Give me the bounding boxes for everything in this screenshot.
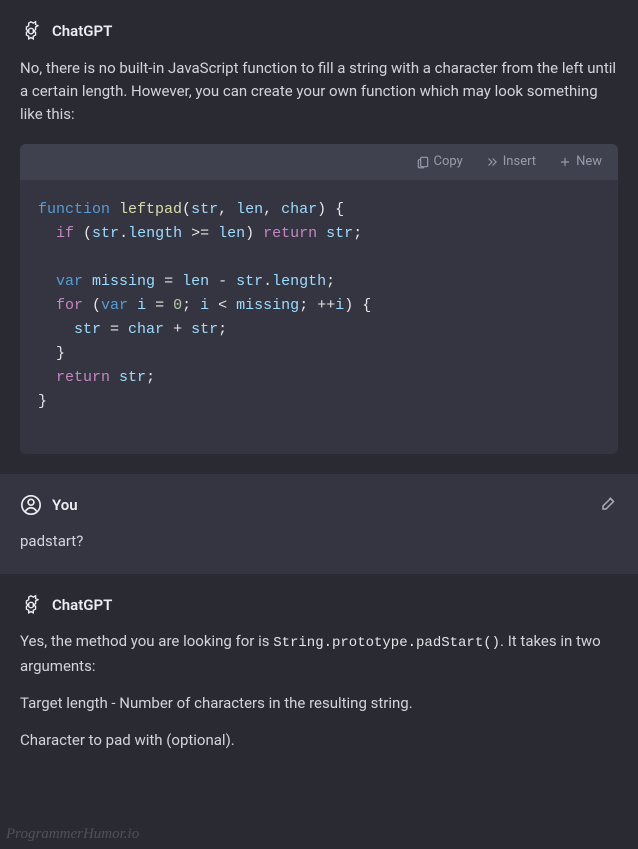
user-message: You padstart? (0, 474, 638, 574)
user-avatar-icon (20, 494, 42, 516)
new-label: New (576, 152, 602, 172)
plus-icon (558, 155, 572, 169)
copy-button[interactable]: Copy (416, 152, 463, 172)
new-button[interactable]: New (558, 152, 602, 172)
assistant-message: ChatGPT No, there is no built-in JavaScr… (0, 0, 638, 474)
code-content[interactable]: function leftpad(str, len, char) { if (s… (20, 180, 618, 454)
openai-logo-icon (20, 594, 42, 616)
message-text: No, there is no built-in JavaScript func… (20, 57, 618, 127)
sender-row: You (20, 494, 618, 517)
edit-icon (600, 494, 618, 512)
insert-label: Insert (503, 152, 536, 172)
message-text: Target length - Number of characters in … (20, 692, 618, 715)
copy-label: Copy (434, 152, 463, 172)
sender-name: ChatGPT (52, 20, 112, 43)
openai-logo-icon (20, 20, 42, 42)
inline-code: String.prototype.padStart() (273, 635, 500, 651)
message-text: Yes, the method you are looking for is S… (20, 630, 618, 678)
code-toolbar: Copy Insert New (20, 144, 618, 180)
text-segment: Yes, the method you are looking for is (20, 632, 273, 650)
sender-name: ChatGPT (52, 594, 112, 617)
watermark: ProgrammerHumor.io (6, 823, 139, 846)
insert-button[interactable]: Insert (485, 152, 536, 172)
assistant-message: ChatGPT Yes, the method you are looking … (0, 574, 638, 773)
message-text: padstart? (20, 530, 618, 553)
sender-row: ChatGPT (20, 20, 618, 43)
edit-message-button[interactable] (600, 494, 618, 512)
sender-name: You (52, 494, 78, 517)
clipboard-icon (416, 155, 430, 169)
chevrons-right-icon (485, 155, 499, 169)
code-block: Copy Insert New function leftpad(str, le… (20, 144, 618, 454)
message-text: Character to pad with (optional). (20, 729, 618, 752)
sender-row: ChatGPT (20, 594, 618, 617)
